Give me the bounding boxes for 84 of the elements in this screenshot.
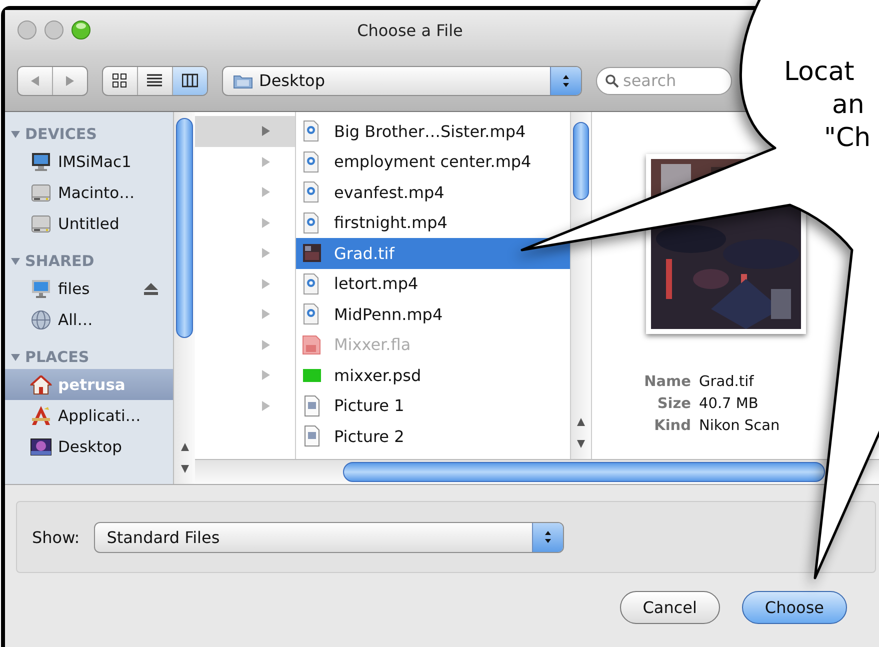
sidebar-item[interactable]: Desktop <box>5 431 173 462</box>
file-row[interactable]: Picture 2 <box>296 421 570 452</box>
info-label: Size <box>656 396 691 412</box>
desktop-icon <box>30 436 52 458</box>
disclosure-arrow-icon <box>261 400 271 412</box>
disclosure-arrow-icon <box>261 186 271 198</box>
back-icon <box>29 74 41 86</box>
folder-icon <box>233 72 253 88</box>
scroll-thumb[interactable] <box>343 462 825 482</box>
disclosure-arrow-icon <box>261 338 271 351</box>
show-label: Show: <box>32 528 80 546</box>
sidebar-item[interactable]: files <box>5 273 173 304</box>
scroll-thumb[interactable] <box>573 122 589 200</box>
sidebar-item[interactable]: Untitled <box>5 208 173 239</box>
columns-icon <box>182 73 198 88</box>
info-value: 40.7 MB <box>699 396 760 412</box>
scroll-down-icon <box>180 464 190 474</box>
disclosure-arrow-icon <box>261 278 271 290</box>
window-title: Choose a File <box>356 20 464 40</box>
disclosure-icon <box>10 128 21 140</box>
callout-text: Locat <box>784 56 856 89</box>
file-row[interactable]: MidPenn.mp4 <box>296 299 570 330</box>
file-row[interactable]: Picture 1 <box>296 390 570 421</box>
info-value: Grad.tif <box>699 374 755 390</box>
hard-drive-icon <box>30 212 52 234</box>
file-row[interactable]: Big Brother…Sister.mp4 <box>296 116 570 146</box>
disclosure-icon <box>10 352 21 362</box>
info-value: Nikon Scan <box>699 418 781 434</box>
file-type-popup[interactable]: Standard Files <box>94 522 564 552</box>
view-switcher[interactable] <box>102 66 208 96</box>
zoom-icon[interactable] <box>71 20 91 40</box>
hard-drive-icon <box>30 182 52 204</box>
forward-icon <box>64 74 76 86</box>
default-button[interactable]: Choose <box>742 591 847 624</box>
location-popup[interactable]: Desktop <box>222 66 582 96</box>
picture-file-icon <box>302 425 322 448</box>
pencil-ruler-icon <box>30 404 52 426</box>
grid-icon <box>112 73 128 88</box>
monitor-icon <box>30 150 52 172</box>
disclosure-arrow-icon <box>261 156 271 168</box>
disclosure-arrow-icon <box>261 308 271 320</box>
scroll-down-icon <box>576 439 586 449</box>
info-label: Name <box>643 374 691 390</box>
disclosure-arrow-icon <box>261 247 271 260</box>
picture-file-icon <box>302 394 322 417</box>
column-view-button[interactable] <box>173 66 207 94</box>
minimize-icon[interactable] <box>44 20 64 40</box>
search-field[interactable]: search <box>596 66 732 94</box>
list-icon <box>147 73 163 88</box>
sidebar-item[interactable]: Macinto… <box>5 177 173 208</box>
sidebar-item[interactable]: IMSiMac1 <box>5 146 173 177</box>
globe-icon <box>30 308 52 330</box>
navigation-control[interactable] <box>17 66 88 96</box>
eject-icon[interactable] <box>143 282 159 296</box>
scroll-thumb[interactable] <box>176 118 193 338</box>
file-row[interactable]: mixxer.psd <box>296 360 570 390</box>
disclosure-arrow-icon <box>261 216 271 229</box>
button[interactable]: Cancel <box>620 591 720 624</box>
file-row[interactable]: evanfest.mp4 <box>296 177 570 208</box>
info-label: Kind <box>653 418 691 434</box>
photo-thumbnail-icon <box>302 242 322 264</box>
flash-file-icon <box>302 334 322 356</box>
file-row[interactable]: employment center.mp4 <box>296 146 570 177</box>
scroll-up-icon <box>180 442 190 452</box>
sidebar-item[interactable]: Applicati… <box>5 400 173 431</box>
section-heading: SHARED <box>25 252 94 270</box>
file-row[interactable]: firstnight.mp4 <box>296 208 570 238</box>
house-icon <box>30 374 52 396</box>
file-row[interactable]: letort.mp4 <box>296 268 570 299</box>
disclosure-arrow-icon <box>261 369 271 382</box>
search-icon <box>605 74 619 88</box>
sidebar-item[interactable]: All… <box>5 304 173 335</box>
scroll-up-icon <box>576 417 586 427</box>
callout-text: an <box>832 89 866 122</box>
section-heading: DEVICES <box>25 125 97 143</box>
stepper-icon <box>542 529 553 545</box>
stepper-icon <box>561 72 571 88</box>
file-row[interactable]: Grad.tif <box>296 238 570 268</box>
close-icon[interactable] <box>17 20 37 40</box>
disclosure-icon <box>10 256 21 266</box>
disclosure-arrow-icon <box>261 125 271 138</box>
callout-text: "Ch <box>824 122 871 155</box>
section-heading: PLACES <box>25 348 90 366</box>
monitor-icon <box>30 278 52 300</box>
